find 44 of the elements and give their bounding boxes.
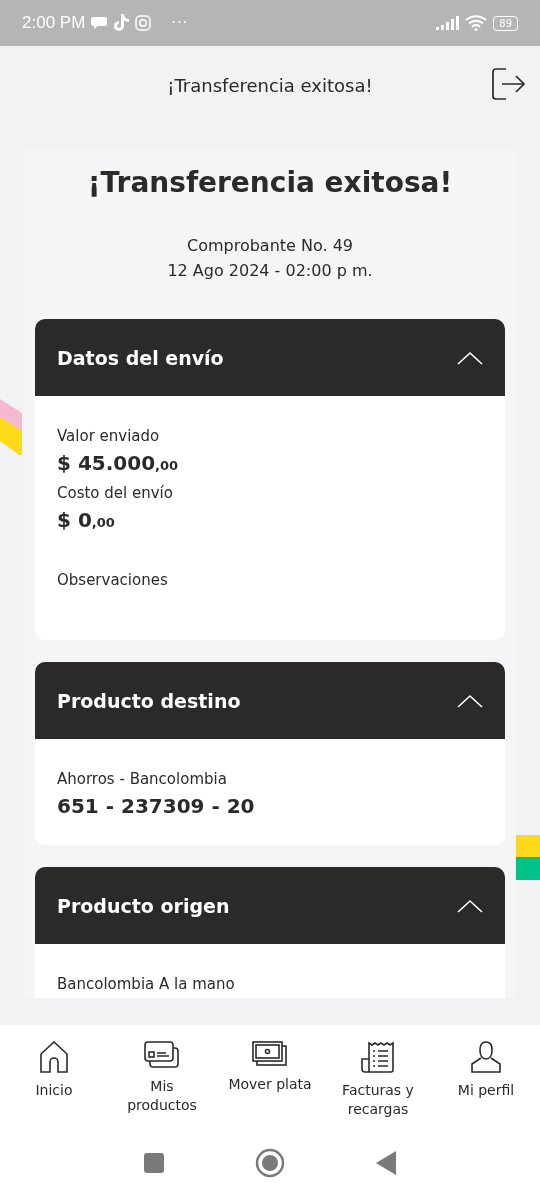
chevron-up-icon[interactable]	[457, 350, 483, 365]
nav-item[interactable]: Mi perfil	[432, 1041, 540, 1135]
home-icon	[39, 1041, 69, 1073]
nav-item[interactable]: Facturas y recargas	[324, 1041, 432, 1135]
stripes-drawing	[516, 835, 540, 881]
receipt-icon	[361, 1041, 395, 1073]
cards-icon	[144, 1041, 180, 1069]
battery-level: 89	[493, 15, 518, 31]
profile-icon	[470, 1041, 502, 1073]
wifi-icon	[465, 15, 488, 31]
section-title: Producto origen	[57, 894, 230, 917]
header-title: ¡Transferencia exitosa!	[167, 75, 373, 96]
receipt-title: ¡Transferencia exitosa!	[86, 166, 454, 199]
logout-icon[interactable]	[492, 68, 526, 100]
section-title: Datos del envío	[57, 346, 224, 369]
section-title: Producto destino	[57, 689, 241, 712]
field-label: Valor enviado	[57, 426, 161, 447]
nav-item[interactable]: Mis productos	[108, 1041, 216, 1135]
chevron-up-icon[interactable]	[457, 898, 483, 913]
amount-value: $ 0,00	[57, 507, 116, 534]
music-note-icon	[113, 14, 130, 32]
field-label: Ahorros - Bancolombia	[57, 769, 228, 790]
field-label: Observaciones	[57, 570, 169, 591]
chat-icon	[91, 16, 108, 30]
back-icon[interactable]	[375, 1150, 397, 1175]
banknotes-icon	[252, 1041, 288, 1067]
amount-value: $ 45.000,00	[57, 450, 180, 477]
section-header[interactable]: Producto origen	[35, 867, 505, 944]
receipt-number: Comprobante No. 49	[186, 235, 354, 257]
status-time: 2:00 PM	[22, 13, 86, 33]
signal-icon	[435, 16, 460, 30]
more-indicator: ···	[171, 14, 189, 32]
account-number: 651 - 237309 - 20	[57, 793, 256, 820]
receipt-date: 12 Ago 2024 - 02:00 p m.	[166, 260, 374, 282]
camera-icon	[135, 15, 152, 31]
nav-item[interactable]: Inicio	[0, 1041, 108, 1135]
field-label: Bancolombia A la mano	[57, 974, 236, 995]
home-button-icon[interactable]	[255, 1147, 285, 1178]
chevron-up-icon[interactable]	[457, 693, 483, 708]
section-header[interactable]: Producto destino	[35, 662, 505, 739]
nav-item[interactable]: Mover plata	[216, 1041, 324, 1135]
recents-icon[interactable]	[143, 1151, 165, 1174]
section-header[interactable]: Datos del envío	[35, 319, 505, 396]
field-label: Costo del envío	[57, 483, 174, 504]
